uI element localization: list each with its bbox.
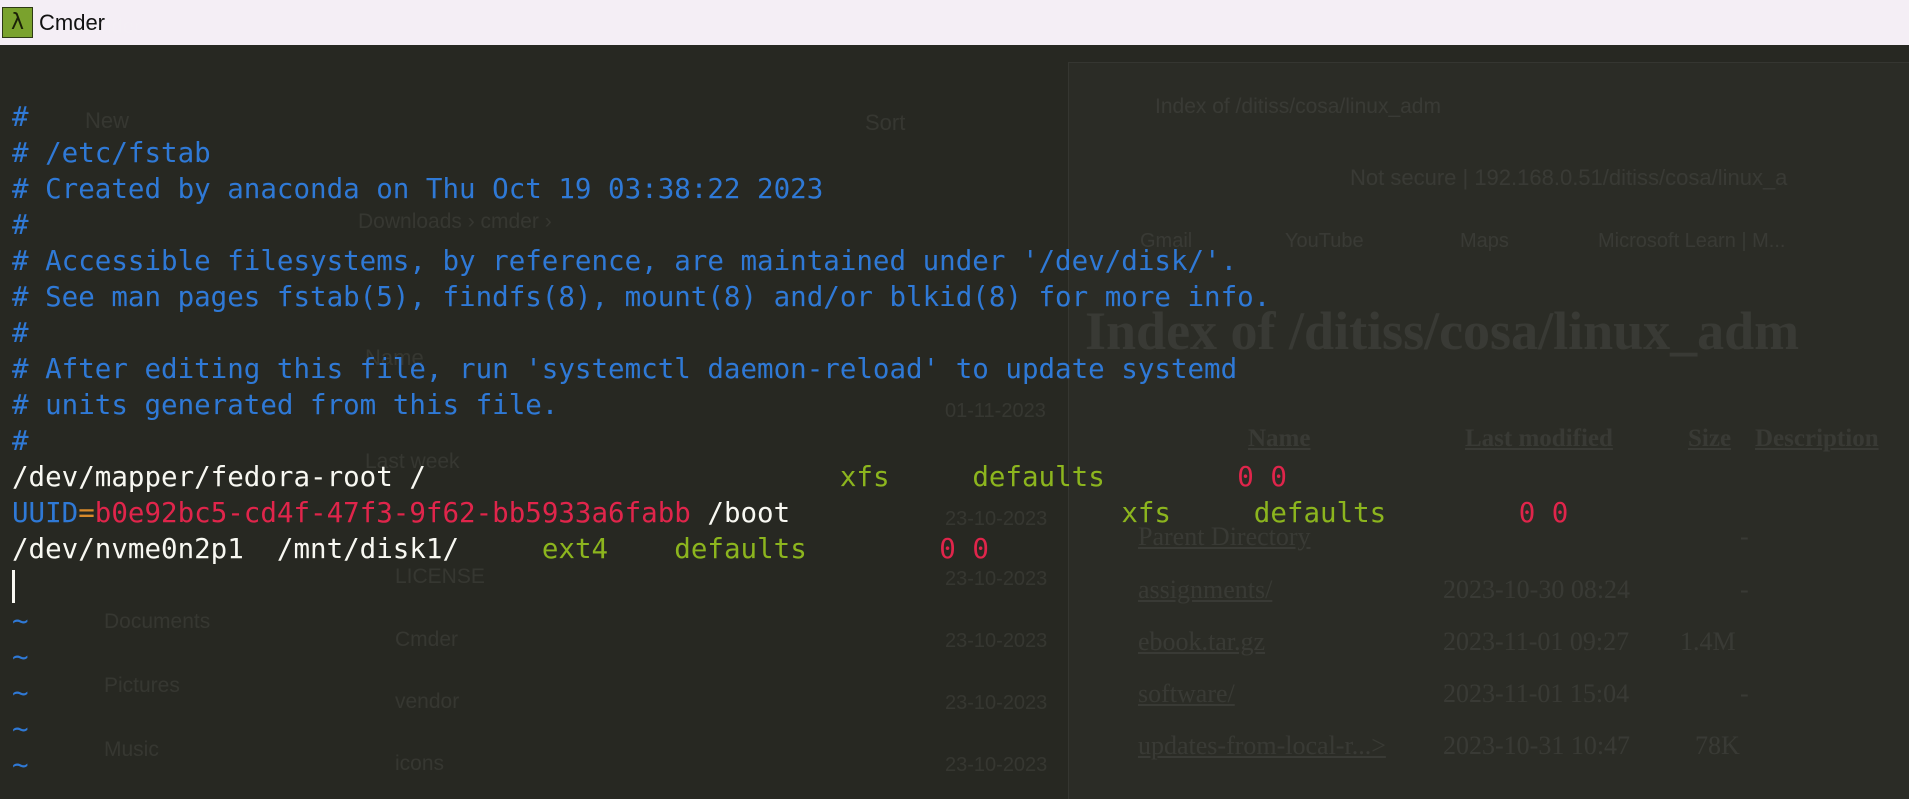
comment-line: # units generated from this file. bbox=[0, 387, 1909, 423]
uuid-equals: = bbox=[78, 497, 95, 529]
comment-text: # bbox=[12, 317, 29, 349]
comment-line: # /etc/fstab bbox=[0, 135, 1909, 171]
column-gap bbox=[1171, 497, 1254, 529]
empty-line-marker: ~ bbox=[0, 747, 1909, 783]
uuid-value: b0e92bc5-cd4f-47f3-9f62-bb5933a6fabb bbox=[94, 497, 691, 529]
tilde: ~ bbox=[12, 749, 29, 781]
fs-type: xfs bbox=[839, 461, 890, 493]
window-title: Cmder bbox=[39, 9, 106, 35]
empty-line-marker: ~ bbox=[0, 603, 1909, 639]
dump-pass: 0 0 bbox=[1518, 497, 1569, 529]
mount-options: defaults bbox=[972, 461, 1105, 493]
comment-text: # After editing this file, run 'systemct… bbox=[12, 353, 1238, 385]
fstab-entry-disk1: /dev/nvme0n2p1 /mnt/disk1/ ext4 defaults… bbox=[0, 531, 1909, 567]
comment-text: # bbox=[12, 101, 29, 133]
comment-line: # bbox=[0, 99, 1909, 135]
comment-text: # Accessible filesystems, by reference, … bbox=[12, 245, 1238, 277]
mount-options: defaults bbox=[1253, 497, 1387, 529]
mount-options: defaults bbox=[674, 533, 807, 565]
comment-line: # Accessible filesystems, by reference, … bbox=[0, 243, 1909, 279]
column-gap bbox=[890, 461, 973, 493]
empty-line-marker: ~ bbox=[0, 675, 1909, 711]
fs-type: ext4 bbox=[541, 533, 609, 565]
column-gap bbox=[807, 533, 939, 565]
column-gap bbox=[426, 461, 840, 493]
fstab-entry-boot: UUID=b0e92bc5-cd4f-47f3-9f62-bb5933a6fab… bbox=[0, 495, 1909, 531]
comment-line: # After editing this file, run 'systemct… bbox=[0, 351, 1909, 387]
comment-line: # bbox=[0, 423, 1909, 459]
cursor-line[interactable] bbox=[0, 567, 1909, 603]
comment-line: # See man pages fstab(5), findfs(8), mou… bbox=[0, 279, 1909, 315]
column-gap bbox=[1105, 461, 1237, 493]
tilde: ~ bbox=[12, 605, 29, 637]
cmder-window: λ Cmder cmder New Sort Downloads › cmder… bbox=[0, 0, 1909, 799]
column-gap bbox=[790, 497, 1121, 529]
title-bar[interactable]: λ Cmder bbox=[0, 0, 1909, 45]
column-gap bbox=[459, 533, 542, 565]
text-cursor bbox=[12, 569, 15, 603]
mount-point: /boot bbox=[690, 497, 791, 529]
terminal-editor[interactable]: # # /etc/fstab # Created by anaconda on … bbox=[0, 45, 1909, 799]
comment-line: # bbox=[0, 207, 1909, 243]
comment-text: # bbox=[12, 209, 29, 241]
tilde: ~ bbox=[12, 713, 29, 745]
fs-type: xfs bbox=[1121, 497, 1171, 529]
device-path: /dev/mapper/fedora-root / bbox=[12, 461, 426, 493]
tilde: ~ bbox=[12, 641, 29, 673]
device-path: /dev/nvme0n2p1 /mnt/disk1/ bbox=[12, 533, 460, 565]
comment-text: # units generated from this file. bbox=[12, 389, 559, 421]
empty-line-marker: ~ bbox=[0, 639, 1909, 675]
column-gap bbox=[608, 533, 674, 565]
dump-pass: 0 0 bbox=[1237, 461, 1287, 493]
uuid-key: UUID bbox=[12, 497, 79, 529]
comment-line: # Created by anaconda on Thu Oct 19 03:3… bbox=[0, 171, 1909, 207]
fstab-entry-root: /dev/mapper/fedora-root / xfs defaults 0… bbox=[0, 459, 1909, 495]
comment-text: # bbox=[12, 425, 29, 457]
column-gap bbox=[1386, 497, 1518, 529]
comment-text: # /etc/fstab bbox=[12, 137, 211, 169]
tilde: ~ bbox=[12, 677, 29, 709]
comment-text: # See man pages fstab(5), findfs(8), mou… bbox=[12, 281, 1271, 313]
comment-line: # bbox=[0, 315, 1909, 351]
comment-text: # Created by anaconda on Thu Oct 19 03:3… bbox=[12, 173, 824, 205]
lambda-icon: λ bbox=[2, 7, 33, 38]
empty-line-marker: ~ bbox=[0, 711, 1909, 747]
dump-pass: 0 0 bbox=[939, 533, 989, 565]
